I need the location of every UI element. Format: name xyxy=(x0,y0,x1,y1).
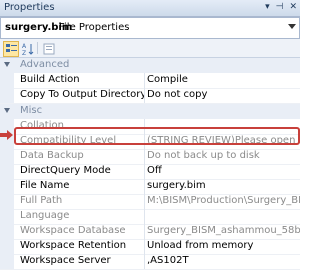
property-name: Copy To Output Directory xyxy=(20,89,144,100)
property-row[interactable]: Copy To Output Directory Do not copy xyxy=(0,88,300,104)
property-value[interactable]: Off xyxy=(147,165,300,176)
categorized-icon xyxy=(6,44,17,52)
category-misc[interactable]: Misc xyxy=(0,104,300,119)
category-label: Misc xyxy=(20,105,43,116)
window-controls: ▾ ⊣ ✕ xyxy=(265,2,297,14)
chevron-down-icon[interactable] xyxy=(288,24,296,29)
properties-toolbar: A Z xyxy=(0,39,300,58)
property-value[interactable]: Compile xyxy=(147,74,300,85)
property-name: Data Backup xyxy=(20,150,84,161)
object-selector[interactable]: surgery.bim File Properties xyxy=(0,17,300,39)
property-value[interactable]: ,AS102T xyxy=(147,255,300,266)
property-row[interactable]: Workspace Server ,AS102T xyxy=(0,254,300,270)
category-label: Advanced xyxy=(20,59,70,70)
sort-alphabetical-icon: A Z xyxy=(22,43,34,57)
alphabetical-button[interactable]: A Z xyxy=(20,41,36,57)
property-name: DirectQuery Mode xyxy=(20,165,111,176)
property-name: Build Action xyxy=(20,74,80,85)
property-value[interactable]: Unload from memory xyxy=(147,240,300,251)
property-pages-button[interactable] xyxy=(41,41,57,57)
property-row[interactable]: Data Backup Do not back up to disk xyxy=(0,149,300,165)
close-icon[interactable]: ✕ xyxy=(289,2,297,14)
highlight-box xyxy=(14,127,300,145)
toolbar-divider xyxy=(37,42,38,54)
property-row[interactable]: DirectQuery Mode Off xyxy=(0,164,300,180)
property-name: Workspace Database xyxy=(20,225,126,236)
dropdown-icon[interactable]: ▾ xyxy=(265,2,270,14)
property-row[interactable]: Language xyxy=(0,209,300,225)
categorized-button[interactable] xyxy=(3,41,19,57)
category-advanced[interactable]: Advanced xyxy=(0,58,300,73)
properties-title-bar: Properties ▾ ⊣ ✕ xyxy=(0,0,300,17)
property-value[interactable]: Do not copy xyxy=(147,89,300,100)
svg-text:A: A xyxy=(22,43,27,50)
property-row[interactable]: Workspace Database Surgery_BISM_ashammou… xyxy=(0,224,300,240)
property-row[interactable]: Build Action Compile xyxy=(0,73,300,89)
collapse-icon[interactable] xyxy=(4,108,10,113)
property-pages-icon xyxy=(43,43,55,55)
pin-icon[interactable]: ⊣ xyxy=(276,2,284,14)
property-name: Workspace Server xyxy=(20,255,111,266)
property-name: Workspace Retention xyxy=(20,240,127,251)
collapse-icon[interactable] xyxy=(4,62,10,67)
property-row[interactable]: Full Path M:\BISM\Production\Surgery_BIS… xyxy=(0,194,300,210)
property-name: File Name xyxy=(20,180,70,191)
property-grid: Advanced Build Action Compile Copy To Ou… xyxy=(0,58,300,270)
property-name: Language xyxy=(20,210,70,221)
property-value[interactable]: Do not back up to disk xyxy=(147,150,300,161)
window-title: Properties xyxy=(4,2,55,13)
red-arrow-icon xyxy=(0,130,13,140)
property-row[interactable]: File Name surgery.bim xyxy=(0,179,300,195)
object-type: File Properties xyxy=(59,22,130,33)
svg-text:Z: Z xyxy=(22,50,26,56)
property-name: Full Path xyxy=(20,195,63,206)
property-value[interactable]: surgery.bim xyxy=(147,180,300,191)
property-value[interactable]: M:\BISM\Production\Surgery_BISM\Su xyxy=(147,195,300,206)
property-row[interactable]: Workspace Retention Unload from memory xyxy=(0,239,300,255)
property-value[interactable]: Surgery_BISM_ashammou_58b95e5f-9 xyxy=(147,225,300,236)
